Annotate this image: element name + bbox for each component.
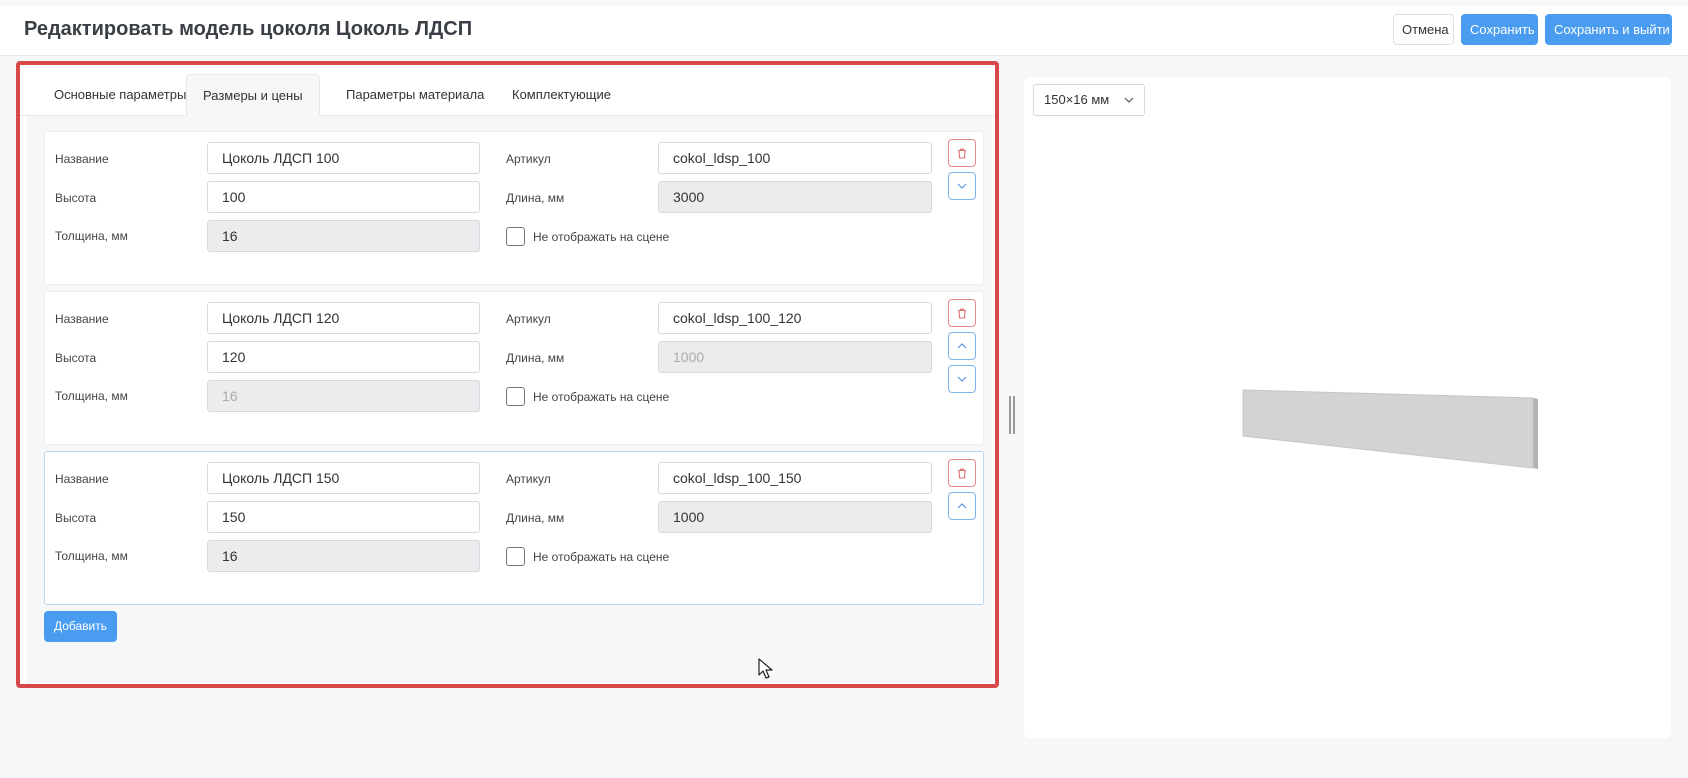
delete-variant-button[interactable] bbox=[948, 139, 976, 167]
chevron-up-icon bbox=[957, 503, 967, 509]
chevron-down-icon bbox=[957, 183, 967, 189]
cancel-button[interactable]: Отмена bbox=[1393, 14, 1454, 45]
name-input[interactable]: Цоколь ЛДСП 150 bbox=[207, 462, 480, 494]
hide-on-scene-checkbox[interactable] bbox=[506, 227, 525, 246]
delete-variant-button[interactable] bbox=[948, 299, 976, 327]
name-input[interactable]: Цоколь ЛДСП 120 bbox=[207, 302, 480, 334]
thickness-input: 16 bbox=[207, 220, 480, 252]
hide-on-scene-checkbox[interactable] bbox=[506, 547, 525, 566]
add-variant-button[interactable]: Добавить bbox=[44, 611, 117, 642]
tab-sizes-prices[interactable]: Размеры и цены bbox=[186, 74, 320, 117]
article-input[interactable]: cokol_ldsp_100 bbox=[658, 142, 932, 174]
thickness-label: Толщина, мм bbox=[55, 229, 128, 243]
chevron-up-icon bbox=[957, 343, 967, 349]
article-label: Артикул bbox=[506, 152, 551, 166]
move-up-button[interactable] bbox=[948, 332, 976, 360]
tab-bar: Основные параметры Размеры и цены Параме… bbox=[20, 74, 995, 117]
page-header: Редактировать модель цоколя Цоколь ЛДСП … bbox=[0, 6, 1688, 56]
trash-icon bbox=[958, 308, 966, 319]
article-label: Артикул bbox=[506, 472, 551, 486]
article-input[interactable]: cokol_ldsp_100_120 bbox=[658, 302, 932, 334]
page-title: Редактировать модель цоколя Цоколь ЛДСП bbox=[24, 18, 473, 40]
hide-on-scene-label: Не отображать на сцене bbox=[533, 390, 670, 404]
panel-splitter-handle[interactable] bbox=[1009, 396, 1015, 434]
size-variant-card: Название Цоколь ЛДСП 100 Высота 100 Толщ… bbox=[44, 131, 984, 285]
hide-on-scene-checkbox[interactable] bbox=[506, 387, 525, 406]
sizes-tab-content: Название Цоколь ЛДСП 100 Высота 100 Толщ… bbox=[26, 116, 992, 683]
move-down-button[interactable] bbox=[948, 172, 976, 200]
3d-preview-panel: 150×16 мм bbox=[1024, 77, 1671, 738]
thickness-label: Толщина, мм bbox=[55, 549, 128, 563]
trash-icon bbox=[958, 148, 966, 159]
plinth-3d-model bbox=[1242, 389, 1538, 469]
trash-icon bbox=[958, 468, 966, 479]
save-and-exit-button[interactable]: Сохранить и выйти bbox=[1545, 14, 1672, 45]
height-input[interactable]: 150 bbox=[207, 501, 480, 533]
article-input[interactable]: cokol_ldsp_100_150 bbox=[658, 462, 932, 494]
size-variant-card: Название Цоколь ЛДСП 120 Высота 120 Толщ… bbox=[44, 291, 984, 445]
length-label: Длина, мм bbox=[506, 511, 565, 525]
length-label: Длина, мм bbox=[506, 351, 565, 365]
hide-on-scene-label: Не отображать на сцене bbox=[533, 550, 670, 564]
move-down-button[interactable] bbox=[948, 365, 976, 393]
height-input[interactable]: 120 bbox=[207, 341, 480, 373]
tab-basic-params[interactable]: Основные параметры bbox=[38, 74, 202, 116]
editor-panel: Основные параметры Размеры и цены Параме… bbox=[16, 61, 999, 688]
thickness-input: 16 bbox=[207, 380, 480, 412]
height-label: Высота bbox=[55, 351, 97, 365]
name-label: Название bbox=[55, 312, 109, 326]
tab-components[interactable]: Комплектующие bbox=[496, 74, 627, 116]
name-label: Название bbox=[55, 152, 109, 166]
chevron-down-icon bbox=[957, 376, 967, 382]
mouse-cursor-icon bbox=[758, 658, 773, 679]
height-input[interactable]: 100 bbox=[207, 181, 480, 213]
length-input: 1000 bbox=[658, 501, 932, 533]
move-up-button[interactable] bbox=[948, 492, 976, 520]
length-input: 1000 bbox=[658, 341, 932, 373]
length-input: 3000 bbox=[658, 181, 932, 213]
name-input[interactable]: Цоколь ЛДСП 100 bbox=[207, 142, 480, 174]
height-label: Высота bbox=[55, 191, 97, 205]
size-variant-card: Название Цоколь ЛДСП 150 Высота 150 Толщ… bbox=[44, 451, 984, 605]
thickness-input: 16 bbox=[207, 540, 480, 572]
length-label: Длина, мм bbox=[506, 191, 565, 205]
save-button[interactable]: Сохранить bbox=[1461, 14, 1538, 45]
tab-material-params[interactable]: Параметры материала bbox=[330, 74, 500, 116]
name-label: Название bbox=[55, 472, 109, 486]
height-label: Высота bbox=[55, 511, 97, 525]
thickness-label: Толщина, мм bbox=[55, 389, 128, 403]
delete-variant-button[interactable] bbox=[948, 459, 976, 487]
hide-on-scene-label: Не отображать на сцене bbox=[533, 230, 670, 244]
article-label: Артикул bbox=[506, 312, 551, 326]
